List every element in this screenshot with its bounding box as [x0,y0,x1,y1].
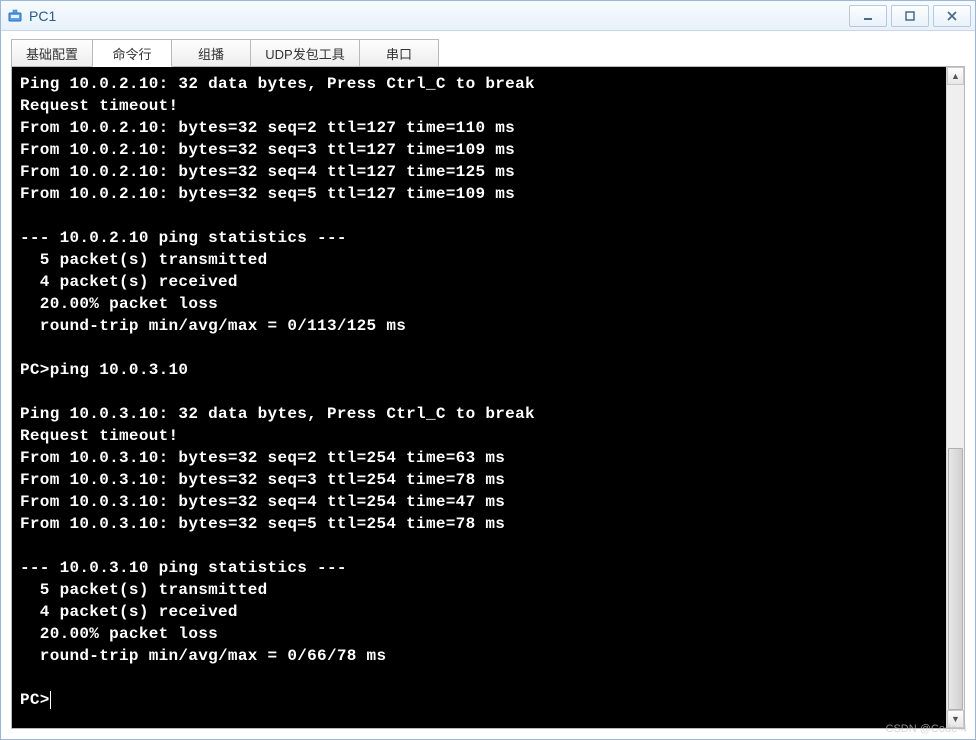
terminal-cursor [50,691,51,709]
scroll-track[interactable] [947,85,964,710]
tab-command-line[interactable]: 命令行 [92,39,172,67]
tab-udp-tool[interactable]: UDP发包工具 [250,39,360,67]
scroll-up-button[interactable]: ▲ [947,67,964,85]
scroll-down-button[interactable]: ▼ [947,710,964,728]
tab-serial[interactable]: 串口 [359,39,439,67]
minimize-button[interactable] [849,5,887,27]
client-area: 基础配置 命令行 组播 UDP发包工具 串口 Ping 10.0.2.10: 3… [1,31,975,739]
titlebar-left: PC1 [7,8,56,24]
vertical-scrollbar[interactable]: ▲ ▼ [946,67,964,728]
app-window: PC1 基础配置 命令行 组播 UDP发包工具 串口 Ping 10.0.2.1… [0,0,976,740]
scroll-thumb[interactable] [948,448,963,711]
window-title: PC1 [29,8,56,24]
tab-multicast[interactable]: 组播 [171,39,251,67]
terminal-container: Ping 10.0.2.10: 32 data bytes, Press Ctr… [11,66,965,729]
window-controls [845,5,971,27]
terminal-output[interactable]: Ping 10.0.2.10: 32 data bytes, Press Ctr… [12,67,946,728]
close-button[interactable] [933,5,971,27]
tab-basic-config[interactable]: 基础配置 [11,39,93,67]
tab-strip: 基础配置 命令行 组播 UDP发包工具 串口 [11,39,965,67]
app-icon [7,8,23,24]
maximize-button[interactable] [891,5,929,27]
titlebar[interactable]: PC1 [1,1,975,31]
